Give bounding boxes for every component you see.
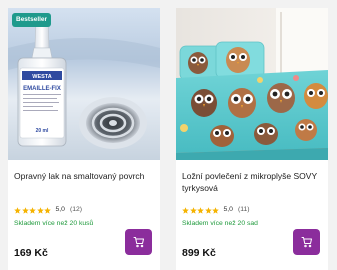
star-icon — [189, 206, 197, 214]
bottle-brand-text: WESTA — [32, 74, 51, 80]
star-icon — [36, 206, 44, 214]
rating-value: 5,0 — [223, 206, 233, 213]
product-image[interactable]: WESTA EMAILLE-FIX 20 ml Bestseller — [8, 8, 160, 160]
star-icon — [29, 206, 36, 214]
bottle-name-text: EMAILLE-FIX — [23, 86, 61, 92]
rating-stars — [14, 206, 52, 214]
star-icon — [44, 206, 51, 214]
bestseller-badge: Bestseller — [12, 13, 52, 27]
bottle-volume-text: 20 ml — [36, 128, 49, 134]
stock-status: Skladem více než 20 sad — [182, 220, 258, 227]
star-icon — [182, 206, 189, 214]
product-image[interactable] — [176, 8, 328, 160]
star-icon — [14, 206, 21, 214]
rating-stars — [182, 206, 220, 214]
add-to-cart-button[interactable] — [293, 229, 320, 255]
stock-status: Skladem více než 20 kusů — [14, 220, 94, 227]
product-price: 899 Kč — [182, 247, 216, 259]
product-grid: WESTA EMAILLE-FIX 20 ml Bestseller Oprav… — [0, 0, 337, 270]
cart-icon — [301, 237, 312, 248]
owl-bedding-image — [176, 8, 328, 160]
add-to-cart-button[interactable] — [125, 229, 152, 255]
cart-icon — [133, 237, 144, 248]
product-title[interactable]: Ložní povlečení z mikroplyše SOVY tyrkys… — [182, 170, 322, 194]
star-icon — [197, 206, 204, 214]
star-icon — [204, 206, 212, 214]
product-rating: 5,0 (12) — [14, 205, 82, 215]
rating-count[interactable]: (12) — [70, 205, 82, 215]
rating-count[interactable]: (11) — [238, 205, 250, 215]
product-title[interactable]: Opravný lak na smaltovaný povrch — [14, 170, 154, 182]
product-card[interactable]: Ložní povlečení z mikroplyše SOVY tyrkys… — [176, 8, 328, 270]
product-card[interactable]: WESTA EMAILLE-FIX 20 ml Bestseller Oprav… — [8, 8, 160, 270]
star-icon — [212, 206, 219, 214]
star-icon — [21, 206, 29, 214]
product-price: 169 Kč — [14, 247, 48, 259]
rating-value: 5,0 — [55, 206, 65, 213]
paint-bottle-image: WESTA EMAILLE-FIX 20 ml — [8, 8, 160, 160]
product-rating: 5,0 (11) — [182, 205, 250, 215]
